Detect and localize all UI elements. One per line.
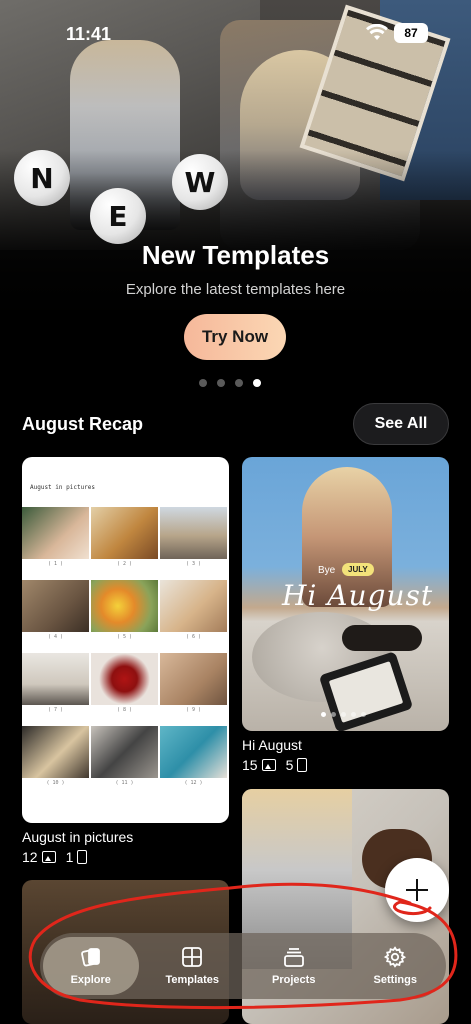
pages-count: 5 bbox=[285, 757, 294, 773]
overlay-july-badge: JULY bbox=[342, 563, 374, 576]
letter-ball-e: E bbox=[90, 188, 146, 244]
nav-item-explore[interactable]: Explore bbox=[43, 937, 139, 995]
see-all-button[interactable]: See All bbox=[353, 403, 449, 445]
letter-ball-n: N bbox=[14, 150, 70, 206]
card-caption: August in pictures bbox=[22, 829, 134, 845]
nav-item-settings[interactable]: Settings bbox=[348, 937, 444, 995]
overlay-bye-text: Bye bbox=[318, 565, 336, 576]
photo-grid: ( 1 ) ( 2 ) ( 3 ) ( 4 ) ( 5 ) ( 6 ) ( 7 … bbox=[22, 507, 229, 799]
stack-icon bbox=[283, 948, 304, 967]
add-button[interactable] bbox=[385, 858, 449, 922]
battery-icon: 87 bbox=[394, 23, 428, 43]
page-icon bbox=[297, 758, 308, 772]
hero-banner[interactable]: N E W New Templates Explore the latest t… bbox=[0, 0, 471, 400]
card-meta: 15 5 bbox=[242, 757, 309, 773]
nav-label: Templates bbox=[165, 974, 220, 986]
images-count: 15 bbox=[242, 757, 258, 773]
page-icon bbox=[77, 850, 88, 864]
carousel-dot[interactable] bbox=[217, 379, 225, 387]
nav-item-projects[interactable]: Projects bbox=[246, 937, 342, 995]
carousel-dots[interactable] bbox=[199, 379, 261, 387]
image-icon bbox=[261, 759, 276, 771]
nav-label: Explore bbox=[70, 974, 111, 986]
cards-icon bbox=[80, 948, 100, 967]
card-meta: 12 1 bbox=[22, 849, 89, 865]
template-card-august-in-pictures[interactable]: August in pictures ( 1 ) ( 2 ) ( 3 ) ( 4… bbox=[22, 457, 229, 823]
carousel-dot[interactable] bbox=[235, 379, 243, 387]
plus-icon bbox=[406, 879, 428, 901]
card-page-dots bbox=[321, 712, 366, 717]
hero-subtitle: Explore the latest templates here bbox=[125, 281, 346, 298]
images-count: 12 bbox=[22, 849, 38, 865]
carousel-dot[interactable] bbox=[199, 379, 207, 387]
pages-count: 1 bbox=[65, 849, 74, 865]
status-time: 11:41 bbox=[66, 24, 112, 44]
overlay-hi-august-text: Hi August bbox=[282, 579, 434, 612]
try-now-button[interactable]: Try Now bbox=[184, 314, 286, 360]
carousel-dot-active[interactable] bbox=[253, 379, 261, 387]
wifi-icon bbox=[366, 24, 388, 40]
card-caption: Hi August bbox=[242, 737, 302, 753]
letter-ball-w: W bbox=[172, 154, 228, 210]
bottom-nav: Explore Templates Projects Settings bbox=[40, 933, 446, 999]
nav-label: Projects bbox=[272, 974, 316, 986]
gear-icon bbox=[384, 946, 407, 968]
template-card-hi-august[interactable]: Bye JULY Hi August bbox=[242, 457, 449, 731]
card-inner-title: August in pictures bbox=[30, 484, 96, 491]
image-icon bbox=[41, 851, 56, 863]
grid-icon bbox=[182, 947, 203, 967]
section-title: August Recap bbox=[22, 414, 144, 434]
nav-item-templates[interactable]: Templates bbox=[145, 937, 241, 995]
hero-title: New Templates bbox=[141, 240, 330, 270]
nav-label: Settings bbox=[373, 974, 417, 986]
